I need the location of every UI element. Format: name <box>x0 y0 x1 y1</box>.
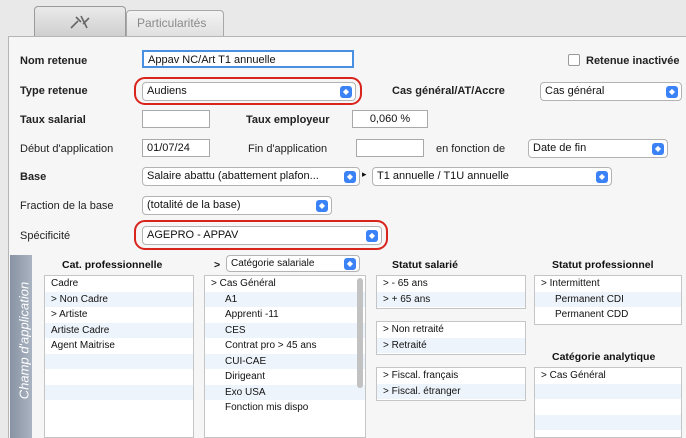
list-item[interactable]: > Cas Général <box>535 368 681 384</box>
list-item[interactable]: Permanent CDI <box>535 291 681 307</box>
list-item[interactable] <box>45 369 193 385</box>
list-item[interactable] <box>535 383 681 399</box>
list-item[interactable] <box>45 384 193 400</box>
tab-tools[interactable] <box>34 6 126 36</box>
cas-general-label: Cas général/AT/Accre <box>392 85 505 97</box>
taux-salarial-input[interactable] <box>142 110 210 128</box>
tool-icon <box>70 15 90 29</box>
cat-professionnelle-list[interactable]: Cadre > Non Cadre > Artiste Artiste Cadr… <box>44 275 194 438</box>
list-item[interactable]: > + 65 ans <box>377 291 525 307</box>
list-item[interactable]: > Non Cadre <box>45 291 193 307</box>
specificite-select[interactable]: AGEPRO - APPAV ◆ <box>142 226 382 245</box>
categorie-analytique-list[interactable]: > Cas Général <box>534 367 682 438</box>
statut-salarie-retraite-list[interactable]: > Non retraité > Retraité <box>376 321 526 355</box>
list-item[interactable]: Artiste Cadre <box>45 322 193 338</box>
list-item[interactable]: Apprenti -11 <box>205 307 365 323</box>
statut-salarie-fiscal-list[interactable]: > Fiscal. français > Fiscal. étranger <box>376 367 526 401</box>
categorie-salariale-prefix: > <box>214 259 221 271</box>
categorie-salariale-list[interactable]: > Cas Général A1 Apprenti -11 CES Contra… <box>204 275 366 438</box>
scrollbar-thumb[interactable] <box>357 278 363 388</box>
cas-general-select[interactable]: Cas général ◆ <box>540 82 682 101</box>
categorie-salariale-select[interactable]: Catégorie salariale ◆ <box>226 255 360 272</box>
chevron-updown-icon: ◆ <box>340 86 352 98</box>
list-item[interactable]: Agent Maitrise <box>45 338 193 354</box>
type-retenue-select[interactable]: Audiens ◆ <box>142 82 356 101</box>
en-fonction-de-select[interactable]: Date de fin ◆ <box>528 139 668 158</box>
chevron-updown-icon: ◆ <box>366 230 378 242</box>
tab-particularites[interactable]: Particularités <box>126 10 224 36</box>
nom-retenue-label: Nom retenue <box>20 55 88 67</box>
taux-employeur-input[interactable]: 0,060 % <box>352 110 428 128</box>
chevron-updown-icon: ◆ <box>344 171 356 183</box>
list-item[interactable]: Exo USA <box>205 384 365 400</box>
list-item[interactable]: > Fiscal. étranger <box>377 383 525 399</box>
list-item[interactable] <box>45 353 193 369</box>
list-item[interactable]: CES <box>205 322 365 338</box>
list-item[interactable]: > Artiste <box>45 307 193 323</box>
list-item[interactable]: > Retraité <box>377 337 525 353</box>
base-select[interactable]: Salaire abattu (abattement plafon... ◆ <box>142 167 360 186</box>
list-item[interactable]: > Fiscal. français <box>377 368 525 384</box>
list-item[interactable]: > Intermittent <box>535 276 681 292</box>
chevron-updown-icon: ◆ <box>652 143 664 155</box>
nom-retenue-input[interactable]: Appav NC/Art T1 annuelle <box>142 50 354 68</box>
chevron-updown-icon: ◆ <box>596 171 608 183</box>
list-item[interactable] <box>45 400 193 416</box>
en-fonction-de-label: en fonction de <box>436 143 506 155</box>
debut-application-input[interactable]: 01/07/24 <box>142 139 210 157</box>
fraction-base-label: Fraction de la base <box>20 200 114 212</box>
statut-professionnel-header: Statut professionnel <box>552 259 654 271</box>
type-retenue-label: Type retenue <box>20 85 88 97</box>
fin-application-input[interactable] <box>356 139 424 157</box>
statut-salarie-age-list[interactable]: > - 65 ans > + 65 ans <box>376 275 526 309</box>
retenue-inactivee-label: Retenue inactivée <box>586 55 680 67</box>
list-item[interactable]: Cadre <box>45 276 193 292</box>
chevron-updown-icon: ◆ <box>666 86 678 98</box>
list-item[interactable]: Fonction mis dispo <box>205 400 365 416</box>
list-item[interactable]: Dirigeant <box>205 369 365 385</box>
statut-salarie-header: Statut salarié <box>392 259 458 271</box>
fraction-base-select[interactable]: (totalité de la base) ◆ <box>142 196 332 215</box>
arrow-right-icon: ▸ <box>362 169 367 179</box>
chevron-updown-icon: ◆ <box>316 200 328 212</box>
taux-salarial-label: Taux salarial <box>20 114 86 126</box>
list-item[interactable]: > - 65 ans <box>377 276 525 292</box>
fin-application-label: Fin d'application <box>248 143 328 155</box>
champ-application-sidebar: Champ d'application <box>10 255 32 438</box>
cat-professionnelle-header: Cat. professionnelle <box>62 259 163 271</box>
base-label: Base <box>20 171 47 183</box>
debut-application-label: Début d'application <box>20 143 114 155</box>
specificite-label: Spécificité <box>20 230 71 242</box>
categorie-analytique-header: Catégorie analytique <box>552 351 656 363</box>
statut-professionnel-list[interactable]: > Intermittent Permanent CDI Permanent C… <box>534 275 682 325</box>
base-sub-select[interactable]: T1 annuelle / T1U annuelle ◆ <box>372 167 612 186</box>
list-item[interactable]: Contrat pro > 45 ans <box>205 338 365 354</box>
list-item[interactable]: > Non retraité <box>377 322 525 338</box>
list-item[interactable]: > Cas Général <box>205 276 365 292</box>
list-item[interactable] <box>535 414 681 430</box>
chevron-updown-icon: ◆ <box>344 258 356 270</box>
list-item[interactable]: A1 <box>205 291 365 307</box>
list-item[interactable]: CUI-CAE <box>205 353 365 369</box>
taux-employeur-label: Taux employeur <box>246 114 330 126</box>
list-item[interactable]: Permanent CDD <box>535 307 681 323</box>
list-item[interactable] <box>535 399 681 415</box>
retenue-inactivee-checkbox[interactable] <box>568 54 580 66</box>
